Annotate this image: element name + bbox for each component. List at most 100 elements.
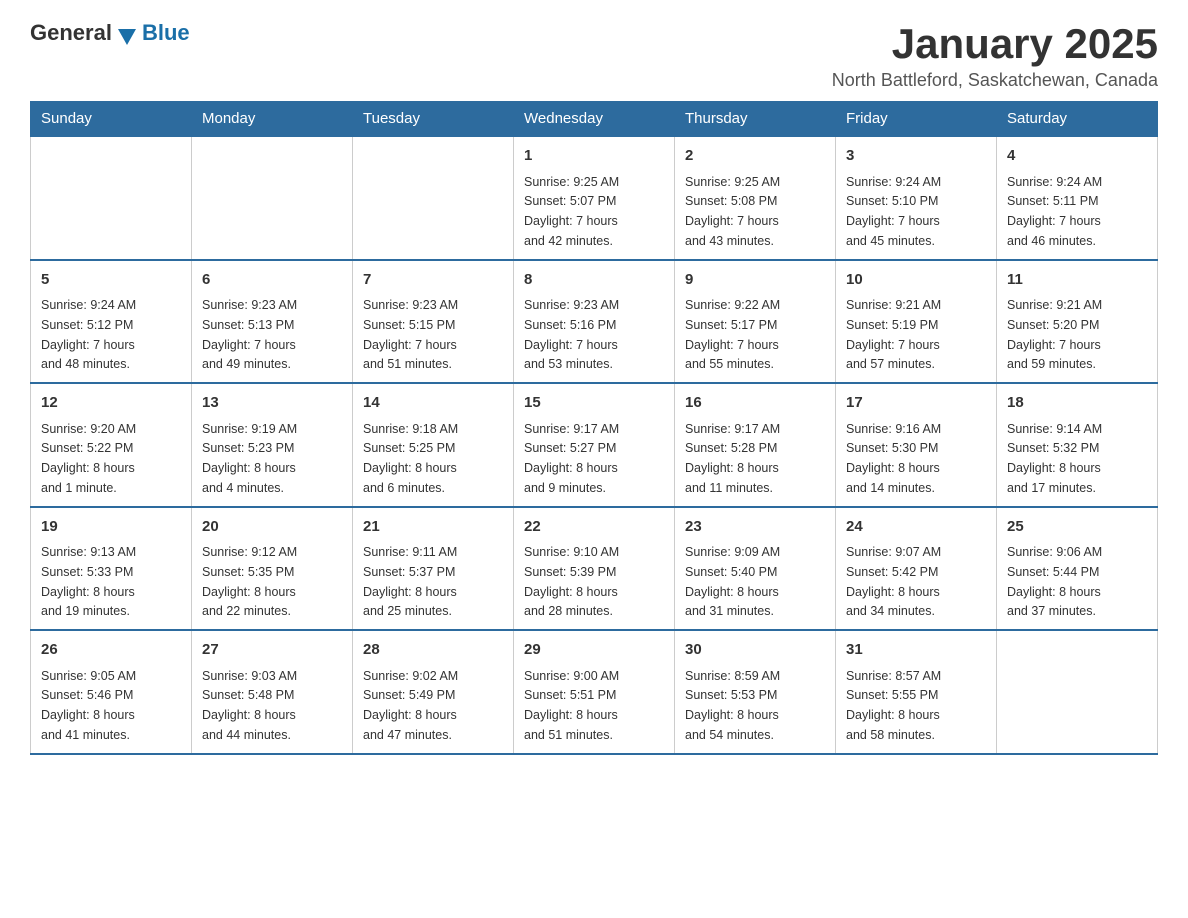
weekday-header-tuesday: Tuesday — [353, 102, 514, 137]
weekday-header-sunday: Sunday — [31, 102, 192, 137]
calendar-cell — [192, 136, 353, 260]
calendar-cell: 21 Sunrise: 9:11 AM Sunset: 5:37 PM Dayli… — [353, 507, 514, 631]
day-number: 24 — [846, 516, 986, 539]
day-info: Sunrise: 9:11 AM Sunset: 5:37 PM Dayligh… — [363, 545, 457, 618]
calendar-cell: 1 Sunrise: 9:25 AM Sunset: 5:07 PM Daylig… — [514, 136, 675, 260]
day-number: 26 — [41, 639, 181, 662]
day-info: Sunrise: 9:17 AM Sunset: 5:28 PM Dayligh… — [685, 422, 780, 495]
calendar-cell: 9 Sunrise: 9:22 AM Sunset: 5:17 PM Daylig… — [675, 260, 836, 384]
day-number: 13 — [202, 392, 342, 415]
day-number: 2 — [685, 145, 825, 168]
calendar-cell: 16Sunrise: 9:17 AM Sunset: 5:28 PM Dayli… — [675, 383, 836, 507]
day-number: 14 — [363, 392, 503, 415]
day-number: 25 — [1007, 516, 1147, 539]
calendar-cell: 25 Sunrise: 9:06 AM Sunset: 5:44 PM Dayli… — [997, 507, 1158, 631]
day-info: Sunrise: 9:19 AM Sunset: 5:23 PM Dayligh… — [202, 422, 297, 495]
calendar-cell: 28Sunrise: 9:02 AM Sunset: 5:49 PM Dayli… — [353, 630, 514, 754]
day-number: 17 — [846, 392, 986, 415]
day-info: Sunrise: 9:00 AM Sunset: 5:51 PM Dayligh… — [524, 669, 619, 742]
day-number: 10 — [846, 269, 986, 292]
day-number: 27 — [202, 639, 342, 662]
calendar-week-row: 19 Sunrise: 9:13 AM Sunset: 5:33 PM Dayli… — [31, 507, 1158, 631]
calendar-week-row: 26Sunrise: 9:05 AM Sunset: 5:46 PM Dayli… — [31, 630, 1158, 754]
day-number: 12 — [41, 392, 181, 415]
day-info: Sunrise: 9:07 AM Sunset: 5:42 PM Dayligh… — [846, 545, 941, 618]
calendar-cell: 12 Sunrise: 9:20 AM Sunset: 5:22 PM Dayli… — [31, 383, 192, 507]
month-year-title: January 2025 — [832, 20, 1158, 68]
day-number: 11 — [1007, 269, 1147, 292]
weekday-header-monday: Monday — [192, 102, 353, 137]
logo: General Blue — [30, 20, 190, 46]
day-number: 30 — [685, 639, 825, 662]
day-info: Sunrise: 9:09 AM Sunset: 5:40 PM Dayligh… — [685, 545, 780, 618]
day-info: Sunrise: 9:18 AM Sunset: 5:25 PM Dayligh… — [363, 422, 458, 495]
day-number: 29 — [524, 639, 664, 662]
calendar-cell: 27 Sunrise: 9:03 AM Sunset: 5:48 PM Dayli… — [192, 630, 353, 754]
calendar-cell: 14 Sunrise: 9:18 AM Sunset: 5:25 PM Dayli… — [353, 383, 514, 507]
calendar-cell: 29 Sunrise: 9:00 AM Sunset: 5:51 PM Dayli… — [514, 630, 675, 754]
day-number: 6 — [202, 269, 342, 292]
day-info: Sunrise: 9:10 AM Sunset: 5:39 PM Dayligh… — [524, 545, 619, 618]
day-number: 23 — [685, 516, 825, 539]
day-number: 19 — [41, 516, 181, 539]
calendar-cell: 19 Sunrise: 9:13 AM Sunset: 5:33 PM Dayli… — [31, 507, 192, 631]
day-number: 8 — [524, 269, 664, 292]
day-info: Sunrise: 9:14 AM Sunset: 5:32 PM Dayligh… — [1007, 422, 1102, 495]
day-info: Sunrise: 9:25 AM Sunset: 5:07 PM Dayligh… — [524, 175, 619, 248]
weekday-header-thursday: Thursday — [675, 102, 836, 137]
day-info: Sunrise: 9:24 AM Sunset: 5:10 PM Dayligh… — [846, 175, 941, 248]
day-number: 31 — [846, 639, 986, 662]
weekday-header-saturday: Saturday — [997, 102, 1158, 137]
calendar-cell: 31 Sunrise: 8:57 AM Sunset: 5:55 PM Dayli… — [836, 630, 997, 754]
day-info: Sunrise: 9:13 AM Sunset: 5:33 PM Dayligh… — [41, 545, 136, 618]
title-section: January 2025 North Battleford, Saskatche… — [832, 20, 1158, 91]
day-number: 20 — [202, 516, 342, 539]
day-info: Sunrise: 9:22 AM Sunset: 5:17 PM Dayligh… — [685, 298, 780, 371]
logo-triangle-icon — [118, 29, 136, 45]
day-info: Sunrise: 9:17 AM Sunset: 5:27 PM Dayligh… — [524, 422, 619, 495]
calendar-cell: 15 Sunrise: 9:17 AM Sunset: 5:27 PM Dayli… — [514, 383, 675, 507]
day-number: 18 — [1007, 392, 1147, 415]
page-header: General Blue January 2025 North Battlefo… — [30, 20, 1158, 91]
calendar-cell — [997, 630, 1158, 754]
calendar-cell: 2Sunrise: 9:25 AM Sunset: 5:08 PM Daylig… — [675, 136, 836, 260]
day-info: Sunrise: 9:03 AM Sunset: 5:48 PM Dayligh… — [202, 669, 297, 742]
day-info: Sunrise: 9:12 AM Sunset: 5:35 PM Dayligh… — [202, 545, 297, 618]
calendar-cell: 5Sunrise: 9:24 AM Sunset: 5:12 PM Daylig… — [31, 260, 192, 384]
day-number: 1 — [524, 145, 664, 168]
day-info: Sunrise: 8:59 AM Sunset: 5:53 PM Dayligh… — [685, 669, 780, 742]
calendar-cell: 11 Sunrise: 9:21 AM Sunset: 5:20 PM Dayli… — [997, 260, 1158, 384]
day-number: 15 — [524, 392, 664, 415]
day-number: 7 — [363, 269, 503, 292]
calendar-cell: 23 Sunrise: 9:09 AM Sunset: 5:40 PM Dayli… — [675, 507, 836, 631]
calendar-cell: 18 Sunrise: 9:14 AM Sunset: 5:32 PM Dayli… — [997, 383, 1158, 507]
day-number: 21 — [363, 516, 503, 539]
weekday-header-friday: Friday — [836, 102, 997, 137]
calendar-cell: 13 Sunrise: 9:19 AM Sunset: 5:23 PM Dayli… — [192, 383, 353, 507]
day-number: 9 — [685, 269, 825, 292]
calendar-cell: 30 Sunrise: 8:59 AM Sunset: 5:53 PM Dayli… — [675, 630, 836, 754]
calendar-cell: 17 Sunrise: 9:16 AM Sunset: 5:30 PM Dayli… — [836, 383, 997, 507]
calendar-cell: 8Sunrise: 9:23 AM Sunset: 5:16 PM Daylig… — [514, 260, 675, 384]
calendar-cell: 10 Sunrise: 9:21 AM Sunset: 5:19 PM Dayli… — [836, 260, 997, 384]
calendar-cell: 4Sunrise: 9:24 AM Sunset: 5:11 PM Daylig… — [997, 136, 1158, 260]
calendar-week-row: 5Sunrise: 9:24 AM Sunset: 5:12 PM Daylig… — [31, 260, 1158, 384]
day-info: Sunrise: 9:24 AM Sunset: 5:12 PM Dayligh… — [41, 298, 136, 371]
logo-general-text: General — [30, 20, 112, 46]
day-info: Sunrise: 9:20 AM Sunset: 5:22 PM Dayligh… — [41, 422, 136, 495]
logo-blue-text: Blue — [142, 20, 190, 46]
weekday-header-wednesday: Wednesday — [514, 102, 675, 137]
day-number: 4 — [1007, 145, 1147, 168]
day-info: Sunrise: 9:23 AM Sunset: 5:13 PM Dayligh… — [202, 298, 297, 371]
calendar-cell: 7Sunrise: 9:23 AM Sunset: 5:15 PM Daylig… — [353, 260, 514, 384]
calendar-cell: 3Sunrise: 9:24 AM Sunset: 5:10 PM Daylig… — [836, 136, 997, 260]
location-subtitle: North Battleford, Saskatchewan, Canada — [832, 70, 1158, 91]
calendar-cell: 6 Sunrise: 9:23 AM Sunset: 5:13 PM Daylig… — [192, 260, 353, 384]
calendar-cell — [353, 136, 514, 260]
day-info: Sunrise: 8:57 AM Sunset: 5:55 PM Dayligh… — [846, 669, 941, 742]
calendar-cell: 26Sunrise: 9:05 AM Sunset: 5:46 PM Dayli… — [31, 630, 192, 754]
day-info: Sunrise: 9:16 AM Sunset: 5:30 PM Dayligh… — [846, 422, 941, 495]
day-info: Sunrise: 9:21 AM Sunset: 5:19 PM Dayligh… — [846, 298, 941, 371]
day-info: Sunrise: 9:06 AM Sunset: 5:44 PM Dayligh… — [1007, 545, 1102, 618]
day-info: Sunrise: 9:21 AM Sunset: 5:20 PM Dayligh… — [1007, 298, 1102, 371]
